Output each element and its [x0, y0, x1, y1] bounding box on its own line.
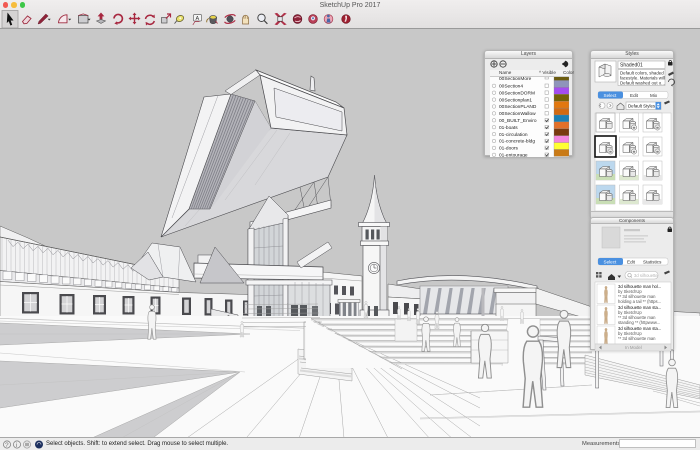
svg-text:01-doors: 01-doors: [499, 145, 519, 151]
svg-text:Edit: Edit: [630, 93, 639, 98]
svg-text:Edit: Edit: [627, 259, 636, 264]
svg-text:00SectionDORM: 00SectionDORM: [499, 90, 535, 96]
svg-text:?: ?: [5, 442, 9, 449]
svg-text:A: A: [196, 16, 200, 22]
svg-text:Shaded01: Shaded01: [620, 63, 643, 69]
svg-text:00Sectionplan1: 00Sectionplan1: [499, 97, 532, 103]
svg-text:3d silhouette: 3d silhouette: [634, 273, 658, 278]
svg-text:00SectionPLAND: 00SectionPLAND: [499, 104, 537, 110]
svg-text:In Model: In Model: [625, 345, 642, 350]
svg-text:holding a tail ** (https...: holding a tail ** (https...: [618, 299, 661, 304]
svg-text:00SectionWallow: 00SectionWallow: [499, 111, 536, 117]
svg-text:01-entourage: 01-entourage: [499, 152, 528, 157]
svg-text:Statistics: Statistics: [643, 259, 662, 264]
svg-text:Default washed out o...: Default washed out o...: [620, 81, 665, 86]
svg-text:01-concrete-bldg: 01-concrete-bldg: [499, 138, 535, 144]
svg-text:Select: Select: [604, 259, 617, 264]
svg-text:standing ** (http​www...: standing ** (http​www...: [618, 320, 660, 325]
svg-text:Select: Select: [604, 93, 617, 98]
svg-text:01-circulation: 01-circulation: [499, 131, 528, 137]
svg-text:00Section4: 00Section4: [499, 83, 523, 89]
svg-text:Mix: Mix: [650, 93, 658, 98]
svg-text:i: i: [16, 442, 17, 449]
svg-text:01-boats: 01-boats: [499, 124, 518, 130]
svg-text:00SectionMore: 00SectionMore: [499, 77, 532, 82]
svg-text:** 3d silhouette man: ** 3d silhouette man: [618, 336, 656, 341]
svg-text:00_BUILT_Enviro: 00_BUILT_Enviro: [499, 118, 537, 124]
